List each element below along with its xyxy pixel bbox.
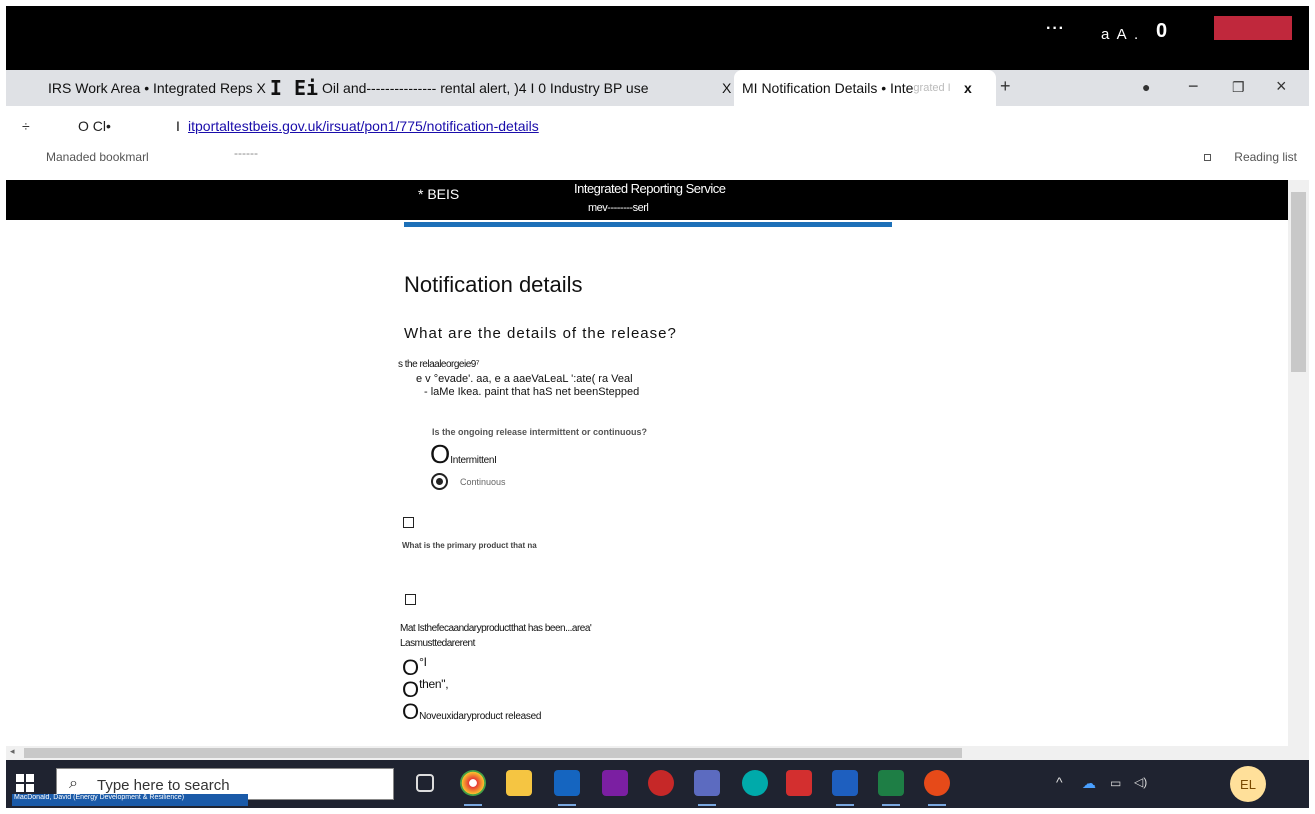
address-bar: ÷ O Cl• I itportaltestbeis.gov.uk/irsuat… — [6, 106, 1309, 146]
search-placeholder: Type here to search — [97, 777, 230, 794]
font-size-control[interactable]: a A . — [1101, 26, 1140, 43]
beis-logo[interactable]: * BEIS — [418, 186, 459, 202]
back-icon[interactable]: ÷ — [22, 118, 30, 134]
radio-label-intermittent: IntermittenI — [450, 455, 497, 466]
acrobat-icon[interactable] — [786, 770, 812, 796]
counter: 0 — [1156, 20, 1168, 42]
source-option-2[interactable]: - laMe Ikea. paint that haS net beenStep… — [424, 386, 639, 398]
tab-irs-work-area[interactable]: IRS Work Area • Integrated Reps X I Ei O… — [16, 70, 706, 106]
windows-start-icon[interactable] — [16, 774, 34, 792]
site-header: * BEIS Integrated Reporting Service mev-… — [6, 180, 1288, 220]
excel-icon[interactable] — [878, 770, 904, 796]
service-subtitle: mev--------serl — [588, 202, 649, 214]
service-name[interactable]: Integrated Reporting Service — [574, 181, 726, 196]
checkbox-icon[interactable] — [403, 517, 414, 528]
more-icon[interactable]: ··· — [1046, 20, 1065, 38]
powerpoint-icon[interactable] — [924, 770, 950, 796]
question-primary-product: What is the primary product that na — [402, 541, 537, 550]
word-icon[interactable] — [832, 770, 858, 796]
reload-icon[interactable]: O Cl• — [78, 118, 111, 134]
managed-bookmarks[interactable]: Manaded bookmarl — [46, 150, 149, 164]
radio-label: then", — [419, 677, 449, 691]
top-toolbar: ··· a A . 0 — [6, 6, 1309, 70]
edge-icon[interactable] — [742, 770, 768, 796]
radio-option-3[interactable]: ONoveuxidaryproduct released — [402, 699, 541, 725]
scroll-left-icon[interactable]: ◂ — [10, 746, 15, 757]
active-indicator — [464, 804, 482, 806]
secondary-hint: Lasmusttedarerent — [400, 638, 475, 649]
close-window-button[interactable]: × — [1276, 76, 1287, 97]
user-name-tag: MacDonald, David (Energy Development & R… — [12, 794, 248, 806]
tab-close-icon[interactable]: X — [722, 80, 731, 96]
url-separator: I — [176, 118, 180, 134]
vertical-scrollbar[interactable] — [1288, 180, 1309, 746]
onenote-icon[interactable] — [602, 770, 628, 796]
volume-icon[interactable]: ◁) — [1134, 775, 1147, 789]
source-label: s the relaaleorgeie9⁷ — [398, 359, 479, 370]
question-intermittent: Is the ongoing release intermittent or c… — [432, 427, 648, 437]
tab-notification-details[interactable]: MI Notification Details • Inte grated I — [734, 70, 996, 106]
tab-strip: IRS Work Area • Integrated Reps X I Ei O… — [6, 70, 1309, 106]
radio-continuous-selected[interactable] — [431, 473, 448, 490]
teams-icon[interactable] — [694, 770, 720, 796]
tab-close-icon[interactable]: x — [964, 80, 972, 96]
scroll-thumb[interactable] — [1291, 192, 1306, 372]
chrome-icon[interactable] — [460, 770, 486, 796]
tab-glyph: I Ei — [269, 76, 319, 100]
active-indicator — [698, 804, 716, 806]
outlook-icon[interactable] — [554, 770, 580, 796]
active-indicator — [836, 804, 854, 806]
file-explorer-icon[interactable] — [506, 770, 532, 796]
tab-label-rest: Oil and--------------- rental alert, )4 … — [322, 80, 649, 96]
battery-icon[interactable]: ▭ — [1110, 776, 1121, 790]
radio-label: Noveuxidaryproduct released — [419, 711, 542, 722]
horizontal-scrollbar[interactable]: ◂ — [6, 746, 1309, 760]
bookmarks-bar: Manaded bookmarl ------ Reading list — [6, 146, 1309, 174]
new-tab-button[interactable]: + — [1000, 76, 1011, 97]
source-option-1[interactable]: e v °evade'. aa, e a aaeVaLeaL ':ate( ra… — [416, 373, 633, 385]
url-input[interactable]: itportaltestbeis.gov.uk/irsuat/pon1/775/… — [188, 118, 539, 134]
tray-expand-icon[interactable]: ^ — [1056, 774, 1063, 790]
page-title: Notification details — [404, 272, 583, 297]
onedrive-icon[interactable]: ☁ — [1082, 775, 1096, 792]
minimize-button[interactable]: − — [1188, 76, 1199, 97]
checkbox-icon[interactable] — [405, 594, 416, 605]
active-indicator — [882, 804, 900, 806]
reading-list-icon — [1204, 154, 1211, 161]
scroll-thumb[interactable] — [24, 748, 962, 758]
tab-label-fade: grated I — [913, 82, 951, 94]
active-indicator — [558, 804, 576, 806]
search-icon: ⌕ — [69, 775, 78, 792]
tab-label: MI Notification Details • Inte — [742, 80, 914, 96]
question-secondary-product: Mat Isthefecaandaryproductthat has been.… — [400, 623, 592, 634]
radio-circle-icon[interactable]: O — [402, 699, 419, 724]
maximize-button[interactable]: ❐ — [1232, 79, 1245, 96]
tab-label: IRS Work Area • Integrated Reps X — [48, 80, 266, 96]
active-indicator — [928, 804, 946, 806]
bookmark-item[interactable]: ------ — [234, 146, 258, 160]
radio-intermittent[interactable]: OIntermittenI — [430, 441, 497, 468]
question-release-details: What are the details of the release? — [404, 325, 677, 342]
profile-icon[interactable]: ● — [1142, 79, 1150, 95]
reading-list[interactable]: Reading list — [1234, 150, 1297, 164]
main-content: Notification details What are the detail… — [6, 227, 1288, 747]
avatar[interactable]: EL — [1230, 766, 1266, 802]
snipping-tool-icon[interactable] — [648, 770, 674, 796]
radio-label: °I — [419, 655, 427, 669]
record-button[interactable] — [1214, 16, 1292, 40]
radio-label-continuous: Continuous — [460, 477, 506, 487]
task-view-icon[interactable] — [416, 774, 434, 792]
radio-circle-icon[interactable]: O — [430, 439, 450, 469]
